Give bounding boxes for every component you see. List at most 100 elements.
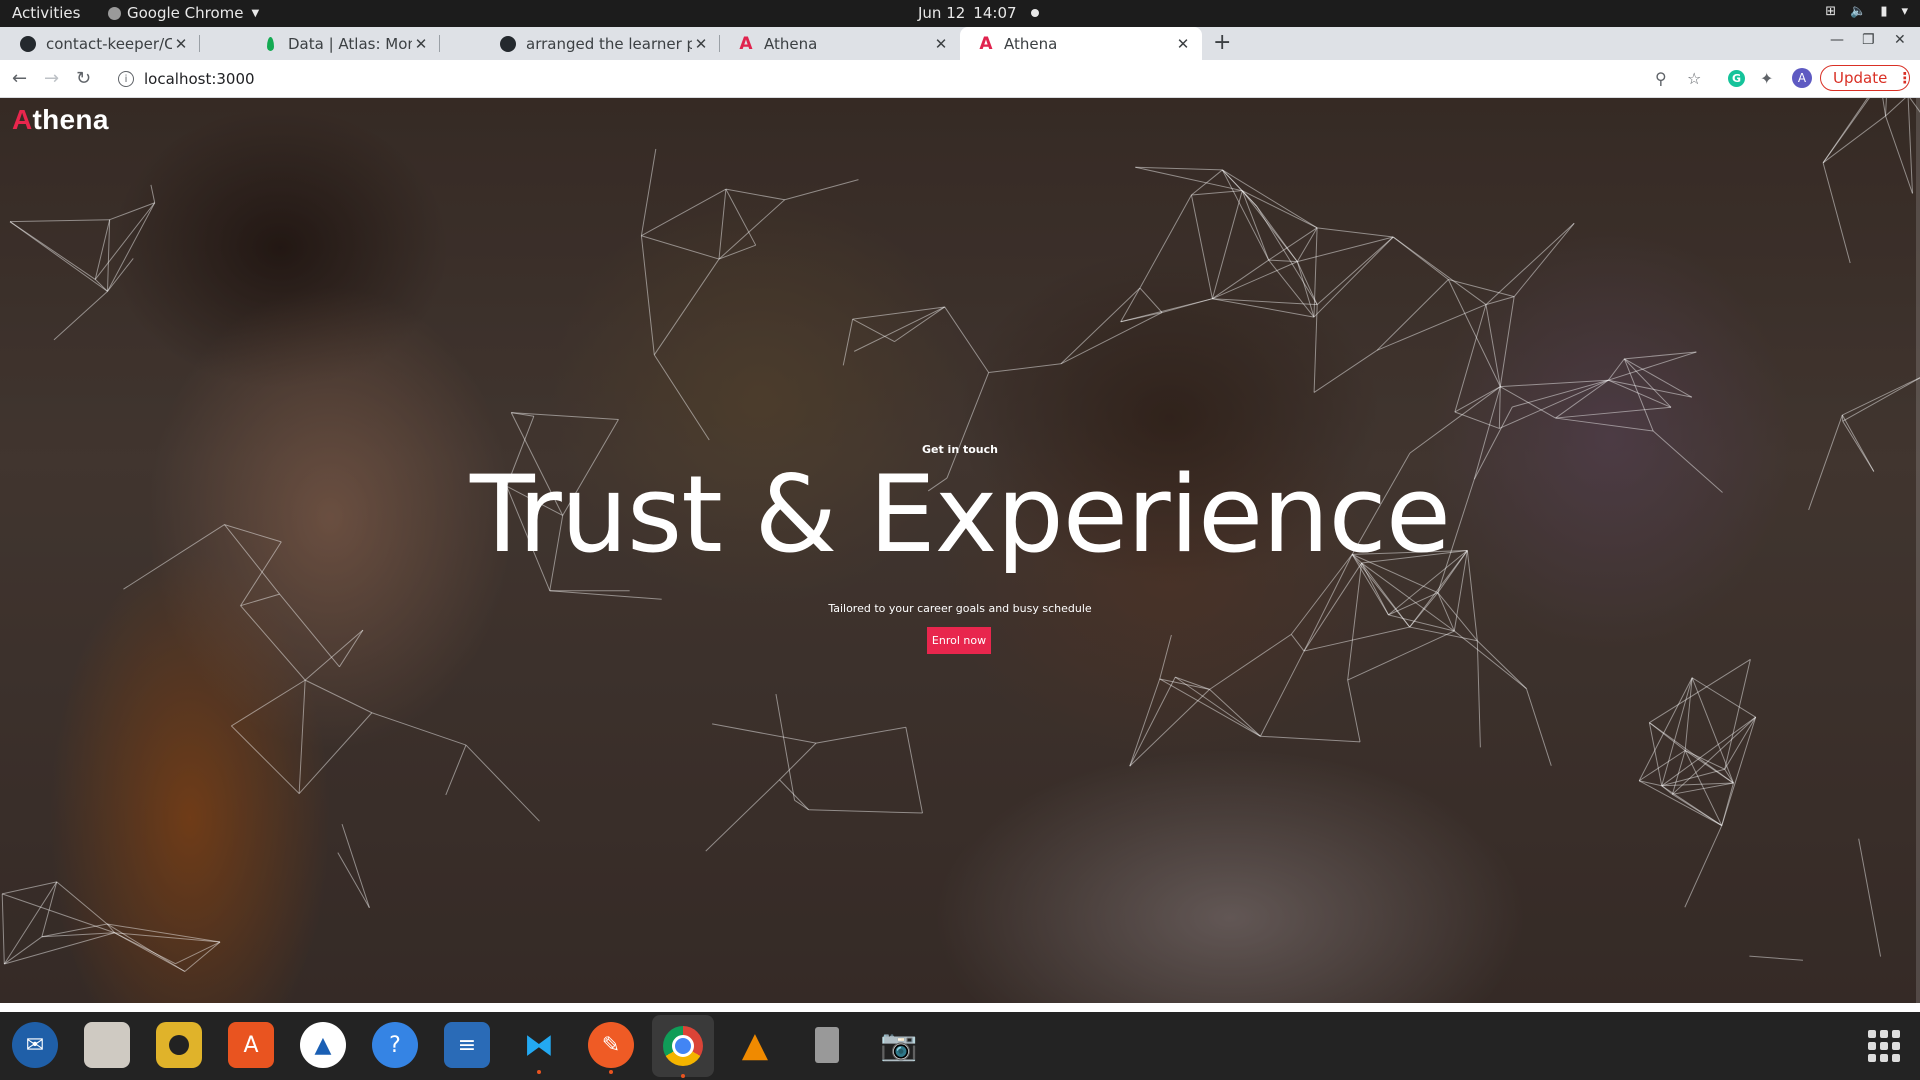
network-line: [1500, 379, 1609, 388]
network-line: [1485, 304, 1501, 387]
ubuntu-dock: ✉ A ▲ ? ≡ ⧓ ✎ ▲ 📷: [0, 1012, 1920, 1080]
hero-section: Athena Get in touch Trust & Experience T…: [0, 98, 1920, 1003]
bookmark-star-icon[interactable]: ☆: [1687, 69, 1701, 88]
network-line: [779, 742, 817, 781]
network-line: [1555, 406, 1672, 419]
postman-icon[interactable]: ✎: [588, 1022, 634, 1074]
network-line: [1129, 678, 1161, 767]
athena-icon: A: [739, 33, 753, 54]
vlc-icon[interactable]: ▲: [732, 1022, 778, 1068]
minimize-icon[interactable]: —: [1830, 32, 1844, 48]
network-line: [653, 354, 710, 441]
files-icon[interactable]: [84, 1022, 130, 1068]
network-line: [298, 680, 306, 794]
network-line: [1724, 716, 1757, 770]
usb-device-icon[interactable]: [804, 1022, 850, 1068]
network-line: [1296, 261, 1315, 318]
athena-icon: A: [979, 33, 993, 54]
network-line: [1242, 190, 1318, 229]
profile-avatar[interactable]: A: [1792, 68, 1812, 88]
network-line: [53, 291, 108, 341]
show-applications-grid-icon[interactable]: [1868, 1030, 1900, 1062]
enrol-now-button[interactable]: Enrol now: [927, 627, 991, 654]
update-label: Update: [1833, 69, 1888, 87]
close-tab-icon[interactable]: ✕: [172, 35, 190, 53]
app-menu[interactable]: Google Chrome ▼: [108, 4, 259, 22]
vscode-icon[interactable]: ⧓: [516, 1022, 562, 1074]
network-line: [150, 184, 156, 203]
network-line: [1661, 677, 1693, 786]
update-button[interactable]: Update ⋮: [1820, 65, 1912, 91]
network-line: [1498, 386, 1501, 429]
notification-dot-icon: [1030, 9, 1039, 17]
zoom-icon[interactable]: ⚲: [1655, 69, 1667, 88]
volume-icon: 🔈: [1850, 4, 1867, 19]
network-line: [1885, 115, 1913, 194]
network-line: [1721, 782, 1734, 826]
close-tab-icon[interactable]: ✕: [692, 35, 710, 53]
libreoffice-writer-icon[interactable]: ≡: [444, 1022, 490, 1068]
grammarly-extension-icon[interactable]: G: [1728, 70, 1745, 87]
network-line: [852, 318, 895, 343]
network-line: [853, 306, 945, 352]
system-tray[interactable]: ⊞ 🔈 ▮ ▾: [1825, 4, 1908, 19]
restore-icon[interactable]: ❐: [1862, 32, 1875, 48]
network-line: [725, 188, 785, 201]
tab-strip: contact-keeper/Contacts. ✕ Data | Atlas:…: [0, 27, 1920, 60]
tab-learner-profile[interactable]: arranged the learner prof ✕: [480, 27, 720, 60]
extensions-puzzle-icon[interactable]: ✦: [1760, 69, 1773, 88]
tab-mongodb-atlas[interactable]: Data | Atlas: MongoDB At ✕: [240, 27, 440, 60]
battery-icon: ▮: [1880, 4, 1888, 19]
clock-date: Jun 12: [918, 4, 966, 22]
network-line: [1060, 287, 1141, 365]
page-scrollbar[interactable]: [1916, 98, 1920, 1003]
network-line: [106, 923, 186, 972]
network-line: [1885, 98, 1906, 117]
network-line: [1376, 279, 1449, 351]
network-line: [641, 188, 727, 237]
network-line: [114, 932, 186, 972]
network-line: [1608, 379, 1672, 408]
page-footer-strip: [0, 1003, 1920, 1012]
network-line: [9, 221, 96, 280]
network-line: [1661, 716, 1756, 787]
new-tab-button[interactable]: +: [1213, 30, 1231, 55]
network-line: [341, 823, 370, 908]
network-line: [1454, 386, 1501, 413]
close-tab-icon[interactable]: ✕: [1174, 35, 1192, 53]
tab-athena-active[interactable]: A Athena ✕: [960, 27, 1202, 60]
ubuntu-software-icon[interactable]: A: [228, 1022, 274, 1068]
network-line: [1161, 298, 1213, 313]
network-line: [1822, 98, 1869, 164]
activities-button[interactable]: Activities: [12, 4, 80, 22]
network-line: [298, 712, 373, 794]
chrome-icon[interactable]: [652, 1015, 714, 1078]
rhythmbox-icon[interactable]: [156, 1022, 202, 1068]
network-line: [705, 779, 780, 852]
tab-athena[interactable]: A Athena ✕: [720, 27, 960, 60]
help-icon[interactable]: ?: [372, 1022, 418, 1068]
close-tab-icon[interactable]: ✕: [932, 35, 950, 53]
athena-logo[interactable]: Athena: [12, 104, 109, 136]
tab-contact-keeper[interactable]: contact-keeper/Contacts. ✕: [0, 27, 200, 60]
close-window-icon[interactable]: ✕: [1894, 32, 1906, 48]
network-icon: ⊞: [1825, 4, 1837, 19]
info-icon[interactable]: i: [118, 71, 134, 87]
network-line: [1129, 676, 1176, 767]
forward-arrow-icon[interactable]: →: [44, 68, 59, 89]
thunderbird-icon[interactable]: ✉: [12, 1022, 58, 1068]
android-studio-icon[interactable]: ▲: [300, 1022, 346, 1068]
network-line: [1648, 722, 1663, 786]
network-line: [1513, 222, 1575, 297]
reload-icon[interactable]: ↻: [76, 68, 91, 89]
network-line: [1607, 358, 1625, 381]
network-line: [1290, 634, 1305, 652]
close-tab-icon[interactable]: ✕: [412, 35, 430, 53]
network-line: [1749, 955, 1803, 961]
back-arrow-icon[interactable]: ←: [12, 68, 27, 89]
network-line: [1139, 194, 1192, 289]
network-line: [2, 893, 115, 934]
address-bar[interactable]: i localhost:3000: [108, 65, 1688, 93]
clock[interactable]: Jun 12 14:07: [918, 4, 1039, 22]
screenshot-camera-icon[interactable]: 📷: [876, 1022, 922, 1068]
